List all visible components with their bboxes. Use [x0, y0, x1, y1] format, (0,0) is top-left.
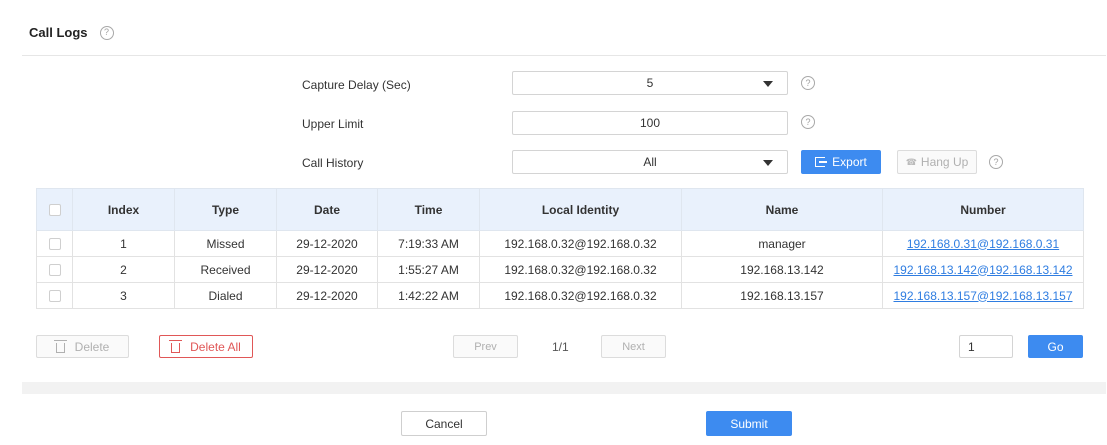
date-cell: 29-12-2020: [276, 256, 378, 283]
upper-limit-input[interactable]: 100: [512, 111, 788, 135]
number-cell: 192.168.0.31@192.168.0.31: [882, 230, 1084, 257]
table-row: 2 Received 29-12-2020 1:55:27 AM 192.168…: [36, 256, 1084, 283]
upper-limit-value: 100: [639, 116, 661, 130]
column-header-type: Type: [174, 188, 277, 231]
page-title: Call Logs: [29, 25, 88, 40]
page-indicator: 1/1: [552, 340, 569, 354]
upper-limit-help-icon[interactable]: ?: [801, 115, 815, 129]
type-cell: Missed: [174, 230, 277, 257]
hang-up-label: Hang Up: [920, 155, 969, 169]
name-cell: manager: [681, 230, 883, 257]
number-cell: 192.168.13.142@192.168.13.142: [882, 256, 1084, 283]
delete-all-label: Delete All: [190, 339, 241, 354]
export-button[interactable]: Export: [801, 150, 881, 174]
type-cell: Dialed: [174, 282, 277, 309]
column-header-number: Number: [882, 188, 1084, 231]
number-link[interactable]: 192.168.13.142@192.168.13.142: [893, 263, 1072, 277]
index-cell: 3: [72, 282, 175, 309]
upper-limit-label: Upper Limit: [302, 117, 364, 131]
row-checkbox[interactable]: [48, 290, 61, 303]
type-cell: Received: [174, 256, 277, 283]
call-history-value: All: [643, 155, 657, 169]
call-logs-table: Index Type Date Time Local Identity Name…: [36, 188, 1084, 309]
number-cell: 192.168.13.157@192.168.13.157: [882, 282, 1084, 309]
column-header-date: Date: [276, 188, 378, 231]
select-all-cell[interactable]: [36, 188, 73, 231]
row-checkbox[interactable]: [48, 238, 61, 251]
capture-delay-help-icon[interactable]: ?: [801, 76, 815, 90]
call-history-label: Call History: [302, 156, 364, 170]
trash-icon: [169, 339, 183, 353]
row-checkbox[interactable]: [48, 264, 61, 277]
trash-icon: [53, 339, 67, 353]
number-link[interactable]: 192.168.13.157@192.168.13.157: [893, 289, 1072, 303]
prev-page-button[interactable]: Prev: [453, 335, 518, 358]
time-cell: 7:19:33 AM: [377, 230, 480, 257]
call-history-select[interactable]: All: [512, 150, 788, 174]
number-link[interactable]: 192.168.0.31@192.168.0.31: [907, 237, 1059, 251]
date-cell: 29-12-2020: [276, 230, 378, 257]
time-cell: 1:55:27 AM: [377, 256, 480, 283]
submit-button[interactable]: Submit: [706, 411, 792, 436]
row-select-cell[interactable]: [36, 282, 73, 309]
select-all-checkbox[interactable]: [48, 204, 61, 217]
capture-delay-value: 5: [646, 76, 654, 90]
export-label: Export: [832, 155, 867, 169]
capture-delay-select[interactable]: 5: [512, 71, 788, 95]
local-identity-cell: 192.168.0.32@192.168.0.32: [479, 230, 682, 257]
column-header-time: Time: [377, 188, 480, 231]
table-row: 3 Dialed 29-12-2020 1:42:22 AM 192.168.0…: [36, 282, 1084, 309]
delete-label: Delete: [74, 339, 110, 354]
row-select-cell[interactable]: [36, 256, 73, 283]
page-number-input[interactable]: 1: [959, 335, 1013, 358]
chevron-down-icon: [763, 81, 773, 87]
local-identity-cell: 192.168.0.32@192.168.0.32: [479, 282, 682, 309]
time-cell: 1:42:22 AM: [377, 282, 480, 309]
row-select-cell[interactable]: [36, 230, 73, 257]
index-cell: 1: [72, 230, 175, 257]
delete-all-button[interactable]: Delete All: [159, 335, 253, 358]
column-header-index: Index: [72, 188, 175, 231]
phone-icon: ☎: [905, 156, 917, 167]
help-icon[interactable]: ?: [99, 25, 114, 40]
hang-up-help-icon[interactable]: ?: [989, 155, 1003, 169]
local-identity-cell: 192.168.0.32@192.168.0.32: [479, 256, 682, 283]
card-header: Call Logs ?: [22, 10, 1106, 56]
column-header-local-identity: Local Identity: [479, 188, 682, 231]
chevron-down-icon: [763, 160, 773, 166]
date-cell: 29-12-2020: [276, 282, 378, 309]
export-icon: [815, 157, 828, 167]
name-cell: 192.168.13.142: [681, 256, 883, 283]
capture-delay-label: Capture Delay (Sec): [302, 78, 411, 92]
delete-button[interactable]: Delete: [36, 335, 129, 358]
name-cell: 192.168.13.157: [681, 282, 883, 309]
go-button[interactable]: Go: [1028, 335, 1083, 358]
section-divider: [22, 382, 1106, 394]
hang-up-button[interactable]: ☎ Hang Up: [897, 150, 977, 174]
index-cell: 2: [72, 256, 175, 283]
table-row: 1 Missed 29-12-2020 7:19:33 AM 192.168.0…: [36, 230, 1084, 257]
cancel-button[interactable]: Cancel: [401, 411, 487, 436]
column-header-name: Name: [681, 188, 883, 231]
table-header-row: Index Type Date Time Local Identity Name…: [36, 188, 1084, 231]
next-page-button[interactable]: Next: [601, 335, 666, 358]
